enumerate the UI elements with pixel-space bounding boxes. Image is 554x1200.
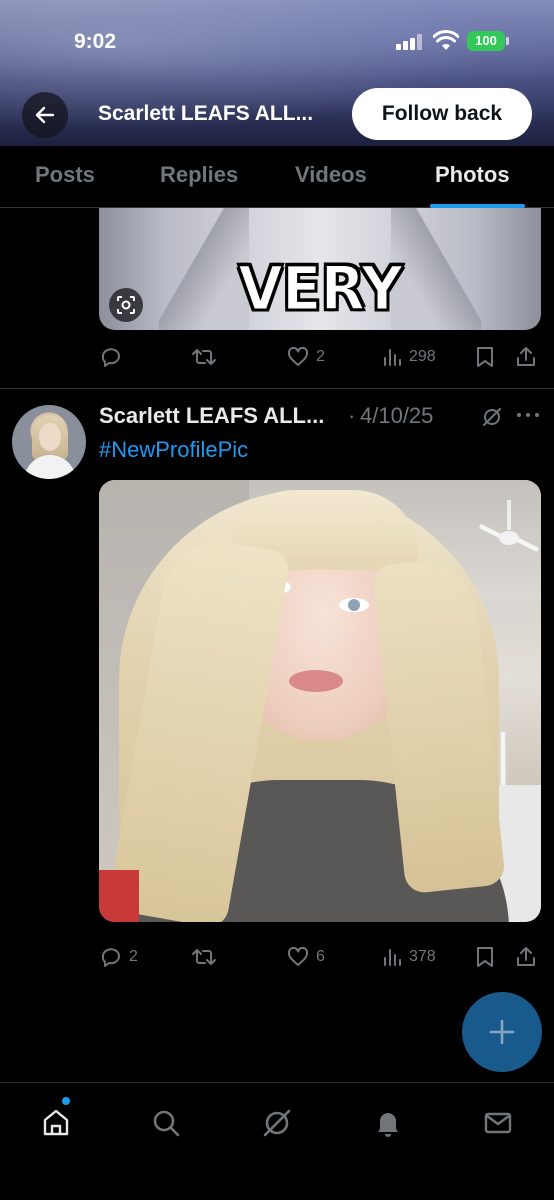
home-icon: [43, 1109, 69, 1136]
red-garment: [99, 870, 139, 922]
status-time: 9:02: [74, 30, 117, 53]
grok-icon[interactable]: [480, 405, 504, 429]
bookmark-icon: [477, 947, 493, 967]
arrow-left-icon: [35, 106, 55, 124]
lens-icon: [117, 296, 135, 314]
avatar[interactable]: [12, 405, 86, 479]
post-photo[interactable]: [99, 480, 541, 922]
image-search-button[interactable]: [109, 288, 143, 322]
view-count: 378: [409, 948, 436, 965]
share-button[interactable]: [514, 342, 538, 372]
search-icon: [153, 1110, 180, 1137]
views-icon: [384, 349, 401, 366]
post-separator: ·: [348, 403, 356, 428]
nav-notifications[interactable]: [368, 1103, 408, 1143]
battery-indicator: 100: [467, 31, 509, 51]
views-icon: [384, 949, 401, 966]
profile-header: 9:02 100 Scarlett LEAFS ALL... Follow ba…: [0, 0, 554, 146]
reply-icon: [101, 948, 120, 967]
reply-button[interactable]: [99, 342, 129, 372]
mail-icon: [484, 1112, 512, 1134]
photos-feed[interactable]: VERY KNIES: [0, 208, 554, 1082]
share-icon: [517, 947, 535, 966]
bookmark-icon: [477, 347, 493, 367]
nav-grok[interactable]: [257, 1103, 297, 1143]
like-button[interactable]: 6: [286, 942, 325, 972]
eye: [339, 598, 369, 612]
bookmark-button[interactable]: [474, 942, 496, 972]
compose-button[interactable]: [462, 992, 542, 1072]
post-author-name[interactable]: Scarlett LEAFS ALL...: [99, 403, 324, 429]
plus-icon: [489, 1019, 515, 1045]
like-count: 2: [316, 348, 325, 365]
bottom-navigation: [0, 1082, 554, 1200]
profile-photos-screen: 9:02 100 Scarlett LEAFS ALL... Follow ba…: [0, 0, 554, 1200]
ceiling-fan: [479, 500, 539, 552]
tab-posts[interactable]: Posts: [35, 162, 95, 188]
views-button[interactable]: 378: [381, 942, 436, 972]
repost-icon: [192, 949, 216, 965]
reply-icon: [101, 348, 120, 367]
bookmark-button[interactable]: [474, 342, 496, 372]
post-hashtag[interactable]: #NewProfilePic: [99, 437, 248, 463]
post-actions: 2 298: [99, 342, 541, 372]
post-divider: [0, 388, 554, 389]
grok-icon: [263, 1109, 291, 1137]
nav-search[interactable]: [146, 1103, 186, 1143]
tab-photos[interactable]: Photos: [435, 162, 510, 188]
avatar-shirt: [24, 455, 76, 479]
reply-count: 2: [129, 948, 138, 965]
post-date[interactable]: 4/10/25: [360, 403, 433, 429]
post-actions: 2 6 378: [99, 942, 541, 972]
heart-icon: [287, 346, 309, 366]
follow-back-button[interactable]: Follow back: [352, 88, 532, 140]
cellular-signal-icon: [396, 34, 424, 50]
heart-icon: [287, 946, 309, 966]
tab-replies[interactable]: Replies: [160, 162, 238, 188]
share-icon: [517, 347, 535, 366]
like-count: 6: [316, 948, 325, 965]
profile-title: Scarlett LEAFS ALL...: [98, 102, 314, 125]
view-count: 298: [409, 348, 436, 365]
tab-videos[interactable]: Videos: [295, 162, 367, 188]
lips: [289, 670, 343, 692]
like-button[interactable]: 2: [286, 342, 325, 372]
reply-button[interactable]: 2: [99, 942, 138, 972]
repost-icon: [192, 349, 216, 365]
image-caption-text: VERY KNIES: [223, 252, 417, 330]
back-button[interactable]: [22, 92, 68, 138]
repost-button[interactable]: [191, 942, 223, 972]
share-button[interactable]: [514, 942, 538, 972]
repost-button[interactable]: [191, 342, 223, 372]
nav-messages[interactable]: [478, 1103, 518, 1143]
bell-icon: [378, 1113, 398, 1137]
nav-home[interactable]: [36, 1103, 76, 1143]
profile-tabs: Posts Replies Videos Photos: [0, 146, 554, 208]
status-bar: 9:02 100: [0, 0, 554, 80]
notification-dot: [62, 1097, 70, 1105]
post-image[interactable]: VERY KNIES: [99, 208, 541, 330]
views-button[interactable]: 298: [381, 342, 436, 372]
avatar-face: [39, 423, 61, 451]
wifi-icon: [433, 30, 459, 50]
more-options-icon[interactable]: [515, 403, 541, 427]
